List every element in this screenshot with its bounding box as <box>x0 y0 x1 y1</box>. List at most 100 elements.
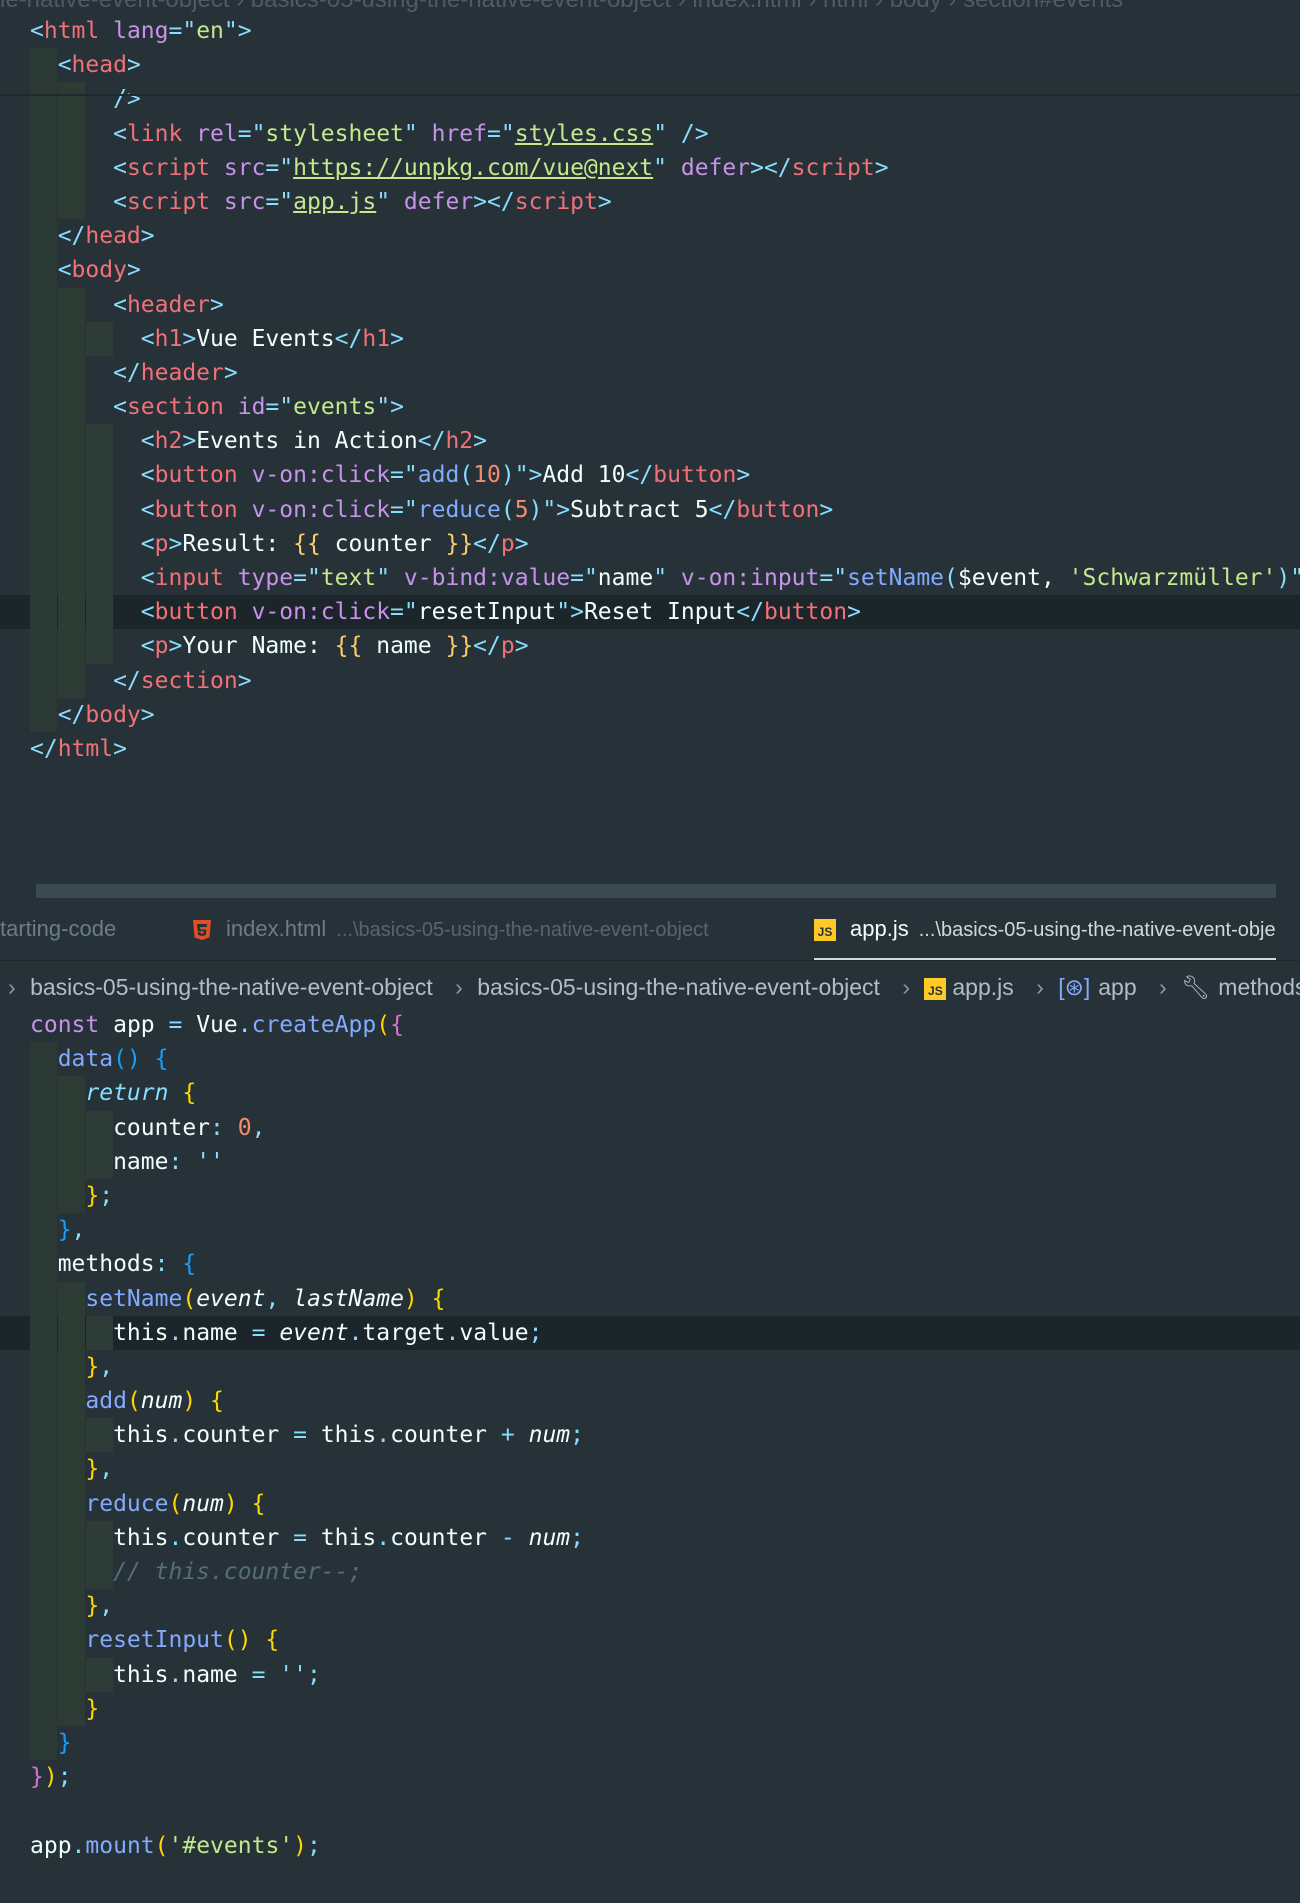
code-line[interactable]: <script src="https://unpkg.com/vue@next"… <box>0 150 1300 185</box>
code-line[interactable]: }, <box>0 1452 1300 1487</box>
code-text: counter: 0, <box>30 1115 265 1141</box>
code-text: this.counter = this.counter + num; <box>30 1422 584 1448</box>
code-token: , <box>99 1456 114 1483</box>
code-line[interactable]: <body> <box>0 253 1300 288</box>
code-line[interactable]: <h2>Events in Action</h2> <box>0 424 1300 459</box>
code-text: // this.counter--; <box>30 1559 362 1585</box>
code-line[interactable]: </head> <box>0 219 1300 254</box>
js-code-area[interactable]: const app = Vue.createApp({ data() { ret… <box>0 1008 1300 1863</box>
code-line[interactable]: add(num) { <box>0 1384 1300 1419</box>
code-line[interactable]: this.counter = this.counter - num; <box>0 1520 1300 1555</box>
code-token: </ <box>30 667 141 694</box>
code-line[interactable]: data() { <box>0 1042 1300 1077</box>
code-line[interactable] <box>0 1794 1300 1828</box>
code-token: "> <box>376 394 404 421</box>
code-text: <p>Result: {{ counter }}</p> <box>30 531 529 557</box>
code-token: ; <box>528 1319 543 1346</box>
breadcrumb-folder-2[interactable]: basics-05-using-the-native-event-object <box>477 974 880 1000</box>
code-text: </body> <box>30 702 155 728</box>
code-line[interactable]: <p>Result: {{ counter }}</p> <box>0 526 1300 561</box>
code-token: </ <box>30 223 86 250</box>
code-token: "> <box>1290 565 1300 591</box>
code-line[interactable]: }, <box>0 1589 1300 1624</box>
code-line[interactable]: // this.counter--; <box>0 1555 1300 1590</box>
code-line[interactable]: resetInput() { <box>0 1623 1300 1658</box>
code-line[interactable]: <header> <box>0 287 1300 322</box>
code-text: this.name = ''; <box>30 1662 321 1688</box>
code-token: "> <box>223 18 252 44</box>
code-token: link <box>126 120 183 147</box>
code-line[interactable]: <script src="app.js" defer></script> <box>0 184 1300 220</box>
tab-app-js[interactable]: JS app.js ...\basics-05-using-the-native-e… <box>814 898 1276 960</box>
code-line[interactable]: app.mount('#events'); <box>0 1829 1300 1863</box>
code-line[interactable]: methods: { <box>0 1247 1300 1282</box>
code-text: <header> <box>30 292 224 318</box>
code-line[interactable]: <section id="events"> <box>0 390 1300 425</box>
code-token: ) <box>223 1490 238 1517</box>
js-icon: JS <box>924 977 947 1000</box>
code-token: > <box>113 735 127 762</box>
code-token: > <box>223 359 238 386</box>
code-line[interactable]: return { <box>0 1076 1300 1111</box>
code-token: - <box>500 1524 515 1551</box>
code-line[interactable]: </header> <box>0 355 1300 391</box>
code-line[interactable]: } <box>0 1691 1300 1726</box>
editor-pane-index-html[interactable]: le-native-event-object › basics-05-using… <box>0 0 1300 898</box>
code-line[interactable]: this.name = event.target.value; <box>0 1315 1300 1350</box>
code-line[interactable]: name: '' <box>0 1144 1300 1179</box>
code-token: v-on:click <box>237 599 391 626</box>
code-token: h2 <box>154 428 183 455</box>
code-line[interactable]: const app = Vue.createApp({ <box>0 1008 1300 1042</box>
code-token: h1 <box>362 325 391 352</box>
code-token: " <box>376 565 391 591</box>
code-line[interactable]: reduce(num) { <box>0 1486 1300 1521</box>
breadcrumb-symbol-methods[interactable]: methods <box>1218 974 1300 1000</box>
editor-pane-app-js[interactable]: tarting-code index.html ...\basics-05-usi… <box>0 898 1300 1903</box>
code-token: header <box>140 359 224 386</box>
code-line[interactable]: </body> <box>0 697 1300 732</box>
code-token: ></ <box>473 188 515 215</box>
code-token: </ <box>417 428 446 455</box>
tab-starting-code[interactable]: tarting-code <box>0 898 116 960</box>
code-line[interactable]: <button v-on:click="resetInput">Reset In… <box>0 595 1300 630</box>
code-token: button <box>763 599 848 626</box>
code-line[interactable]: <p>Your Name: {{ name }}</p> <box>0 629 1300 664</box>
code-token: head <box>85 223 141 250</box>
code-line[interactable]: counter: 0, <box>0 1110 1300 1145</box>
breadcrumb-file[interactable]: app.js <box>952 974 1013 1000</box>
code-line[interactable]: </html> <box>0 732 1300 766</box>
code-line[interactable]: <button v-on:click="reduce(5)">Subtract … <box>0 492 1300 527</box>
code-line[interactable]: <head> <box>0 48 1300 83</box>
code-line[interactable]: /> <box>0 82 1300 117</box>
code-token: ; <box>570 1422 584 1449</box>
code-line[interactable]: }); <box>0 1760 1300 1794</box>
code-line[interactable]: <input type="text" v-bind:value="name" v… <box>0 561 1300 596</box>
code-token: counter <box>30 1114 211 1141</box>
breadcrumb-folder-1[interactable]: basics-05-using-the-native-event-object <box>30 974 433 1000</box>
code-token: < <box>30 18 44 44</box>
code-line[interactable]: <link rel="stylesheet" href="styles.css"… <box>0 116 1300 151</box>
code-line[interactable]: <button v-on:click="add(10)">Add 10</but… <box>0 458 1300 493</box>
code-line[interactable]: }, <box>0 1349 1300 1385</box>
code-line[interactable]: this.name = ''; <box>0 1657 1300 1692</box>
code-token: }} <box>445 633 474 660</box>
code-line[interactable]: <html lang="en"> <box>0 14 1300 48</box>
code-line[interactable]: }, <box>0 1213 1300 1248</box>
tab-index-html[interactable]: index.html ...\basics-05-using-the-native… <box>192 898 709 960</box>
code-line[interactable]: }; <box>0 1178 1300 1214</box>
code-text: } <box>30 1696 99 1722</box>
code-token: num <box>528 1524 571 1551</box>
code-text: }, <box>30 1354 113 1380</box>
code-token: = <box>293 1422 307 1449</box>
code-token: , <box>71 1217 86 1244</box>
code-line[interactable]: </section> <box>0 663 1300 698</box>
breadcrumb-symbol-app[interactable]: app <box>1098 974 1136 1000</box>
code-text: </section> <box>30 668 252 694</box>
code-token: resetInput <box>417 599 557 626</box>
code-line[interactable]: this.counter = this.counter + num; <box>0 1418 1300 1453</box>
code-line[interactable]: } <box>0 1725 1300 1761</box>
code-line[interactable]: <h1>Vue Events</h1> <box>0 321 1300 356</box>
horizontal-scrollbar[interactable] <box>36 884 1276 898</box>
html-code-area[interactable]: <html lang="en"> <head> /> <link rel="st… <box>0 14 1300 766</box>
code-line[interactable]: setName(event, lastName) { <box>0 1281 1300 1316</box>
